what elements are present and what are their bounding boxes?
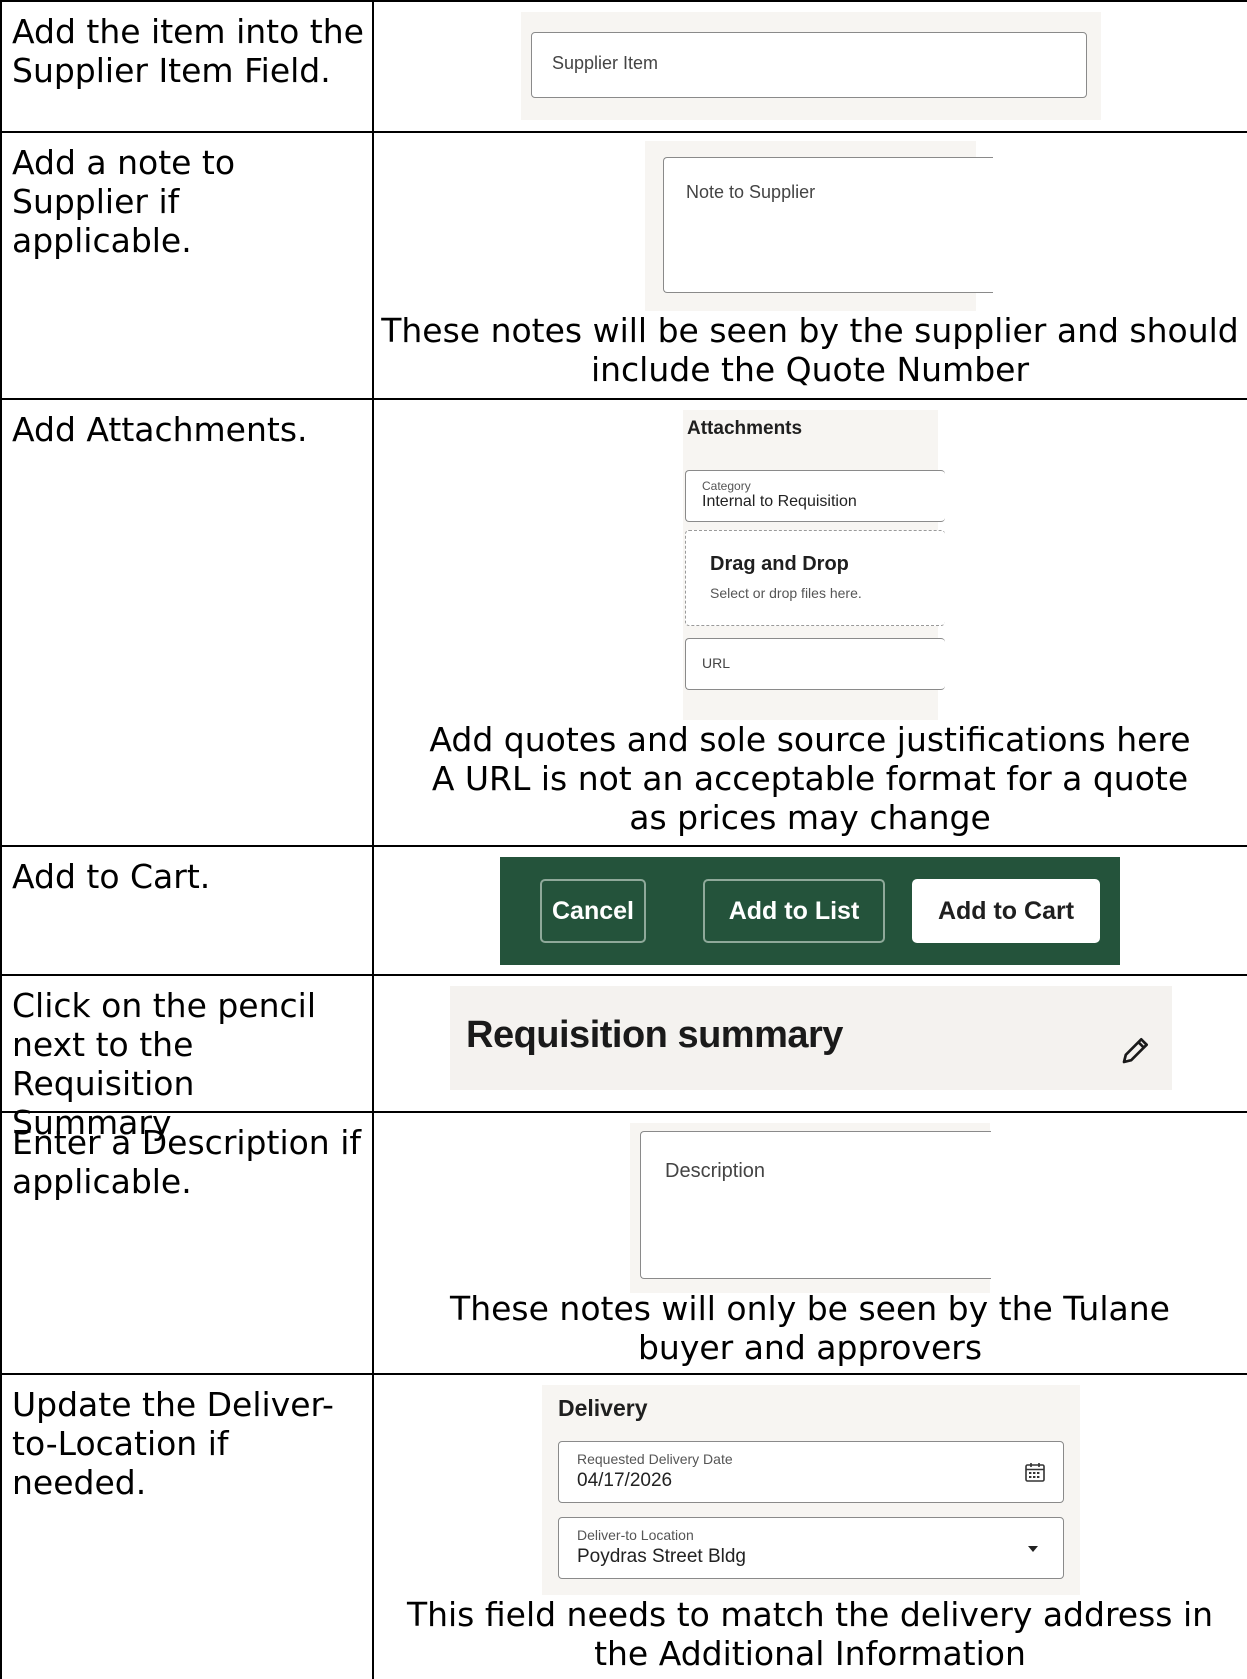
attachments-heading: Attachments <box>687 418 803 439</box>
category-select[interactable]: Category Internal to Requisition <box>685 470 945 522</box>
drop-title: Drag and Drop <box>710 553 849 575</box>
description-caption: These notes will only be seen by the Tul… <box>450 1289 1170 1367</box>
attachments-screenshot: Attachments Category Internal to Requisi… <box>683 410 945 720</box>
supplier-note-caption: These notes will be seen by the supplier… <box>381 311 1239 389</box>
calendar-icon[interactable] <box>1023 1460 1047 1484</box>
step-text: Add the item into the Supplier Item Fiel… <box>12 12 364 90</box>
description-label: Description <box>665 1160 766 1182</box>
row-attachments: Add Attachments. Attachments Category In… <box>0 398 1247 845</box>
requisition-summary-title: Requisition summary <box>466 1014 843 1056</box>
row-delivery: Update the Deliver-to-Location if needed… <box>0 1373 1247 1679</box>
row-description: Enter a Description if applicable. Descr… <box>0 1111 1247 1373</box>
description-field[interactable]: Description <box>640 1131 991 1279</box>
requisition-summary-screenshot: Requisition summary <box>450 986 1172 1090</box>
attachments-caption-2: A URL is not an acceptable format for a … <box>431 759 1189 837</box>
column-divider <box>372 0 374 1679</box>
step-text: Add to Cart. <box>12 857 211 896</box>
url-label: URL <box>702 655 731 671</box>
step-text: Update the Deliver-to-Location if needed… <box>12 1385 334 1502</box>
drop-hint: Select or drop files here. <box>710 585 862 601</box>
step-text: Enter a Description if applicable. <box>12 1123 361 1201</box>
attachments-caption-1: Add quotes and sole source justification… <box>429 720 1191 759</box>
pencil-icon[interactable] <box>1118 1032 1154 1068</box>
delivery-screenshot: Delivery Requested Delivery Date 04/17/2… <box>542 1385 1080 1595</box>
delivery-heading: Delivery <box>558 1395 648 1421</box>
delivery-caption: This field needs to match the delivery a… <box>406 1595 1214 1673</box>
add-to-cart-button[interactable]: Add to Cart <box>912 879 1100 943</box>
note-screenshot: Note to Supplier <box>645 141 993 311</box>
deliver-to-location-select[interactable]: Deliver-to Location Poydras Street Bldg <box>558 1517 1064 1579</box>
category-value: Internal to Requisition <box>702 493 857 510</box>
note-to-supplier-label: Note to Supplier <box>686 182 816 202</box>
category-label: Category <box>702 479 751 493</box>
supplier-item-screenshot: Supplier Item <box>521 12 1101 120</box>
requested-delivery-date-value: 04/17/2026 <box>577 1470 673 1491</box>
url-field[interactable]: URL <box>685 638 945 690</box>
add-to-list-button[interactable]: Add to List <box>703 879 885 943</box>
cancel-button[interactable]: Cancel <box>540 879 646 943</box>
deliver-to-location-label: Deliver-to Location <box>577 1527 694 1543</box>
supplier-item-label: Supplier Item <box>552 53 659 73</box>
row-note-to-supplier: Add a note to Supplier if applicable. No… <box>0 131 1247 398</box>
supplier-item-field[interactable]: Supplier Item <box>531 32 1087 98</box>
row-requisition-summary: Click on the pencil next to the Requisit… <box>0 974 1247 1142</box>
requested-delivery-date-field[interactable]: Requested Delivery Date 04/17/2026 <box>558 1441 1064 1503</box>
caret-down-icon[interactable] <box>1025 1542 1041 1554</box>
button-bar: Cancel Add to List Add to Cart <box>500 857 1120 965</box>
description-screenshot: Description <box>630 1123 991 1293</box>
note-to-supplier-field[interactable]: Note to Supplier <box>663 157 993 293</box>
row-supplier-item: Add the item into the Supplier Item Fiel… <box>0 0 1247 131</box>
instructions-table: Add the item into the Supplier Item Fiel… <box>0 0 1247 1679</box>
deliver-to-location-value: Poydras Street Bldg <box>577 1546 746 1567</box>
row-add-to-cart: Add to Cart. Cancel Add to List Add to C… <box>0 845 1247 974</box>
step-text: Add a note to Supplier if applicable. <box>12 143 236 260</box>
requested-delivery-date-label: Requested Delivery Date <box>577 1451 733 1467</box>
step-text: Add Attachments. <box>12 410 308 449</box>
drag-and-drop-zone[interactable]: Drag and Drop Select or drop files here. <box>685 530 945 626</box>
